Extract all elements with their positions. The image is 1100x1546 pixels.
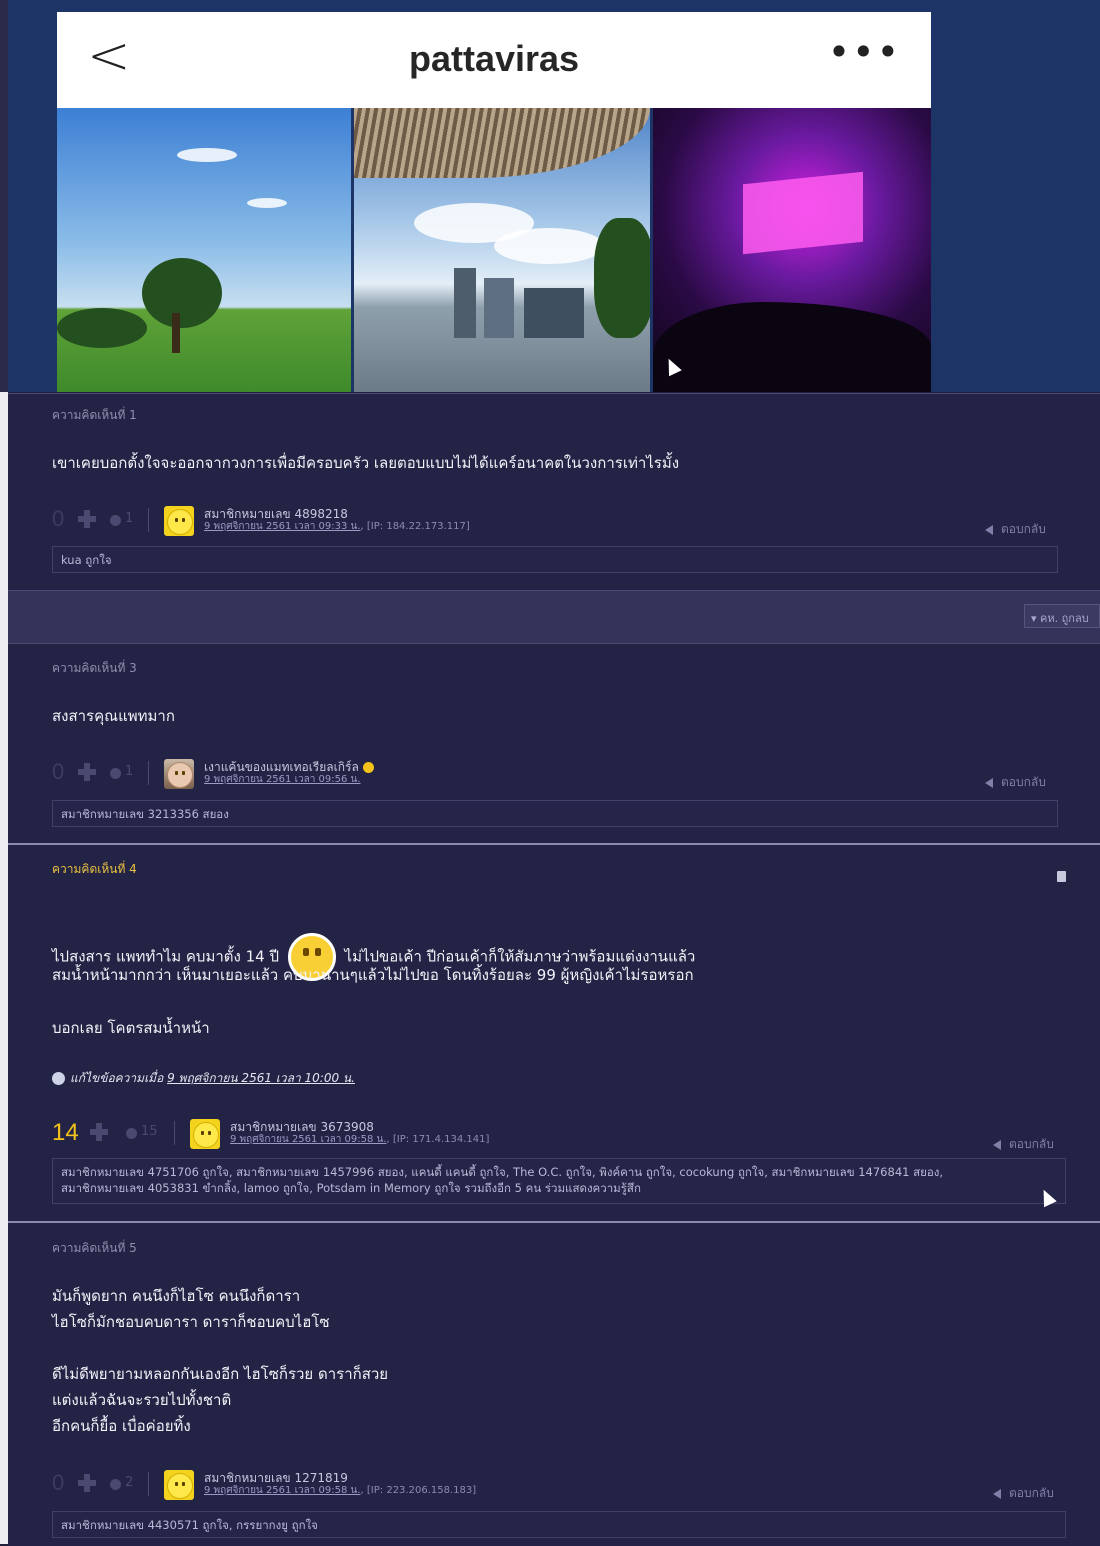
emotion-count: 2 (125, 1475, 134, 1490)
comment-4: ความคิดเห็นที่ 4 ไปสงสาร แพททำไม คบมาตั้… (8, 843, 1100, 1222)
photo-city[interactable] (354, 108, 650, 392)
comment-date[interactable]: 9 พฤศจิกายน 2561 เวลา 09:33 น. (204, 521, 361, 532)
ip-address: [IP: 171.4.134.141] (392, 1134, 490, 1145)
vote-count: 0 (52, 1470, 65, 1495)
photo-concert[interactable] (653, 108, 931, 392)
frame-edge (0, 0, 8, 392)
plus-vote-icon[interactable] (90, 1123, 108, 1141)
comment-3: ความคิดเห็นที่ 3 สงสารคุณแพทมาก 0 1 เงาแ… (8, 643, 1100, 843)
comment-meta: 9 พฤศจิกายน 2561 เวลา 09:58 น., [IP: 171… (230, 1134, 490, 1145)
comment-footer: 0 1 เงาแค้นของแมทเทอเรียลเกิร์ล 9 พฤศจิก… (52, 759, 1072, 793)
deleted-comments-toggle[interactable]: ▾ คห. ถูกลบ (1024, 604, 1100, 628)
edit-date[interactable]: 9 พฤศจิกายน 2561 เวลา 10:00 น. (167, 1071, 355, 1085)
divider (148, 761, 149, 785)
reactions-box[interactable]: kua ถูกใจ (52, 546, 1058, 573)
reactions-box[interactable]: สมาชิกหมายเลข 4751706 ถูกใจ, สมาชิกหมายเ… (52, 1158, 1066, 1204)
comment-label: ความคิดเห็นที่ 4 (52, 862, 137, 876)
emotion-count: 15 (141, 1124, 158, 1139)
emotion-icon[interactable] (110, 1479, 121, 1490)
comment-body: เขาเคยบอกตั้งใจจะออกจากวงการเพื่อมีครอบค… (52, 454, 680, 472)
instagram-screenshot: < pattaviras ••• (0, 0, 1100, 392)
reactions-box[interactable]: สมาชิกหมายเลข 3213356 สยอง (52, 800, 1058, 827)
comment-body-line: ไฮโซก็มักชอบคบดารา ดาราก็ชอบคบไฮโซ (52, 1313, 330, 1331)
plus-vote-icon[interactable] (78, 510, 96, 528)
comment-1: ความคิดเห็นที่ 1 เขาเคยบอกตั้งใจจะออกจาก… (8, 393, 1100, 590)
comment-meta: 9 พฤศจิกายน 2561 เวลา 09:56 น. (204, 772, 361, 787)
reply-button[interactable]: ตอบกลับ (993, 1484, 1054, 1503)
ip-address: [IP: 184.22.173.117] (366, 521, 470, 532)
trash-icon[interactable] (1057, 871, 1066, 882)
comment-footer: 14 15 สมาชิกหมายเลข 3673908 9 พฤศจิกายน … (52, 1119, 1082, 1153)
divider (174, 1121, 175, 1145)
divider (148, 1472, 149, 1496)
comment-meta: 9 พฤศจิกายน 2561 เวลา 09:33 น., [IP: 184… (204, 521, 470, 532)
comment-label: ความคิดเห็นที่ 5 (52, 1241, 137, 1255)
emotion-icon[interactable] (110, 768, 121, 779)
comment-footer: 0 2 สมาชิกหมายเลข 1271819 9 พฤศจิกายน 25… (52, 1470, 1082, 1504)
vote-count: 0 (52, 506, 65, 531)
comment-body-line: แต่งแล้วฉันจะรวยไปทั้งชาติ (52, 1391, 232, 1409)
ip-address: [IP: 223.206.158.183] (366, 1485, 477, 1496)
comment-body-line: มันก็พูดยาก คนนึงก็ไฮโซ คนนึงก็ดารา (52, 1287, 301, 1305)
reply-label: ตอบกลับ (1001, 522, 1046, 536)
smiley-badge-icon (362, 762, 374, 773)
reply-label: ตอบกลับ (1001, 775, 1046, 789)
reply-icon (993, 1488, 1001, 1499)
profile-username: pattaviras (408, 38, 580, 79)
plus-vote-icon[interactable] (78, 1474, 96, 1492)
reply-button[interactable]: ตอบกลับ (985, 520, 1046, 539)
vote-count: 0 (52, 759, 65, 784)
avatar[interactable] (164, 1470, 194, 1500)
body-line-2: สมน้ำหน้ามากกว่า เห็นมาเยอะแล้ว คบมานานๆ… (52, 966, 694, 984)
emotion-icon[interactable] (110, 515, 121, 526)
plus-vote-icon[interactable] (78, 763, 96, 781)
reactions-line-1: สมาชิกหมายเลข 4751706 ถูกใจ, สมาชิกหมายเ… (61, 1165, 944, 1179)
reply-label: ตอบกลับ (1009, 1486, 1054, 1500)
comment-date[interactable]: 9 พฤศจิกายน 2561 เวลา 09:58 น. (204, 1485, 361, 1496)
reply-label: ตอบกลับ (1009, 1137, 1054, 1151)
comment-body-line: ดีไม่ดีพยายามหลอกกันเองอีก ไฮโซก็รวย ดาร… (52, 1365, 389, 1383)
edit-note: แก้ไขข้อความเมื่อ 9 พฤศจิกายน 2561 เวลา … (52, 1069, 355, 1088)
avatar[interactable] (164, 506, 194, 536)
avatar[interactable] (164, 759, 194, 789)
reply-icon (985, 777, 993, 788)
body-line-3: บอกเลย โคตรสมน้ำหน้า (52, 1019, 210, 1037)
comment-label: ความคิดเห็นที่ 3 (52, 661, 137, 675)
comment-label: ความคิดเห็นที่ 1 (52, 408, 137, 422)
emotion-count: 1 (125, 764, 134, 779)
more-options-icon[interactable]: ••• (828, 30, 901, 74)
comment-date[interactable]: 9 พฤศจิกายน 2561 เวลา 09:58 น. (230, 1134, 387, 1145)
emotion-icon[interactable] (126, 1128, 137, 1139)
reply-button[interactable]: ตอบกลับ (985, 773, 1046, 792)
photo-park[interactable] (57, 108, 351, 392)
edit-history-icon (52, 1072, 65, 1085)
reply-icon (993, 1139, 1001, 1150)
reply-icon (985, 524, 993, 535)
comment-footer: 0 1 สมาชิกหมายเลข 4898218 9 พฤศจิกายน 25… (52, 506, 1072, 540)
instagram-header: < pattaviras ••• (57, 12, 931, 108)
edit-prefix: แก้ไขข้อความเมื่อ (70, 1071, 164, 1085)
divider (148, 508, 149, 532)
emotion-count: 1 (125, 511, 134, 526)
comment-meta: 9 พฤศจิกายน 2561 เวลา 09:58 น., [IP: 223… (204, 1485, 477, 1496)
reactions-box[interactable]: สมาชิกหมายเลข 4430571 ถูกใจ, กรรยากงยู ถ… (52, 1511, 1066, 1538)
comment-5: ความคิดเห็นที่ 5 มันก็พูดยาก คนนึงก็ไฮโซ… (8, 1221, 1100, 1546)
comment-body: สงสารคุณแพทมาก (52, 707, 175, 725)
comment-body-line: อีกคนก็ยื้อ เบื่อค่อยทิ้ง (52, 1417, 191, 1435)
reactions-line-2: สมาชิกหมายเลข 4053831 ขำกลิ้ง, lamoo ถูก… (61, 1181, 641, 1195)
comment-date[interactable]: 9 พฤศจิกายน 2561 เวลา 09:56 น. (204, 774, 361, 785)
left-edge-strip (0, 392, 8, 1544)
avatar[interactable] (190, 1119, 220, 1149)
reply-button[interactable]: ตอบกลับ (993, 1135, 1054, 1154)
vote-count: 14 (52, 1119, 79, 1146)
deleted-comments-bar: ▾ คห. ถูกลบ (8, 590, 1100, 643)
